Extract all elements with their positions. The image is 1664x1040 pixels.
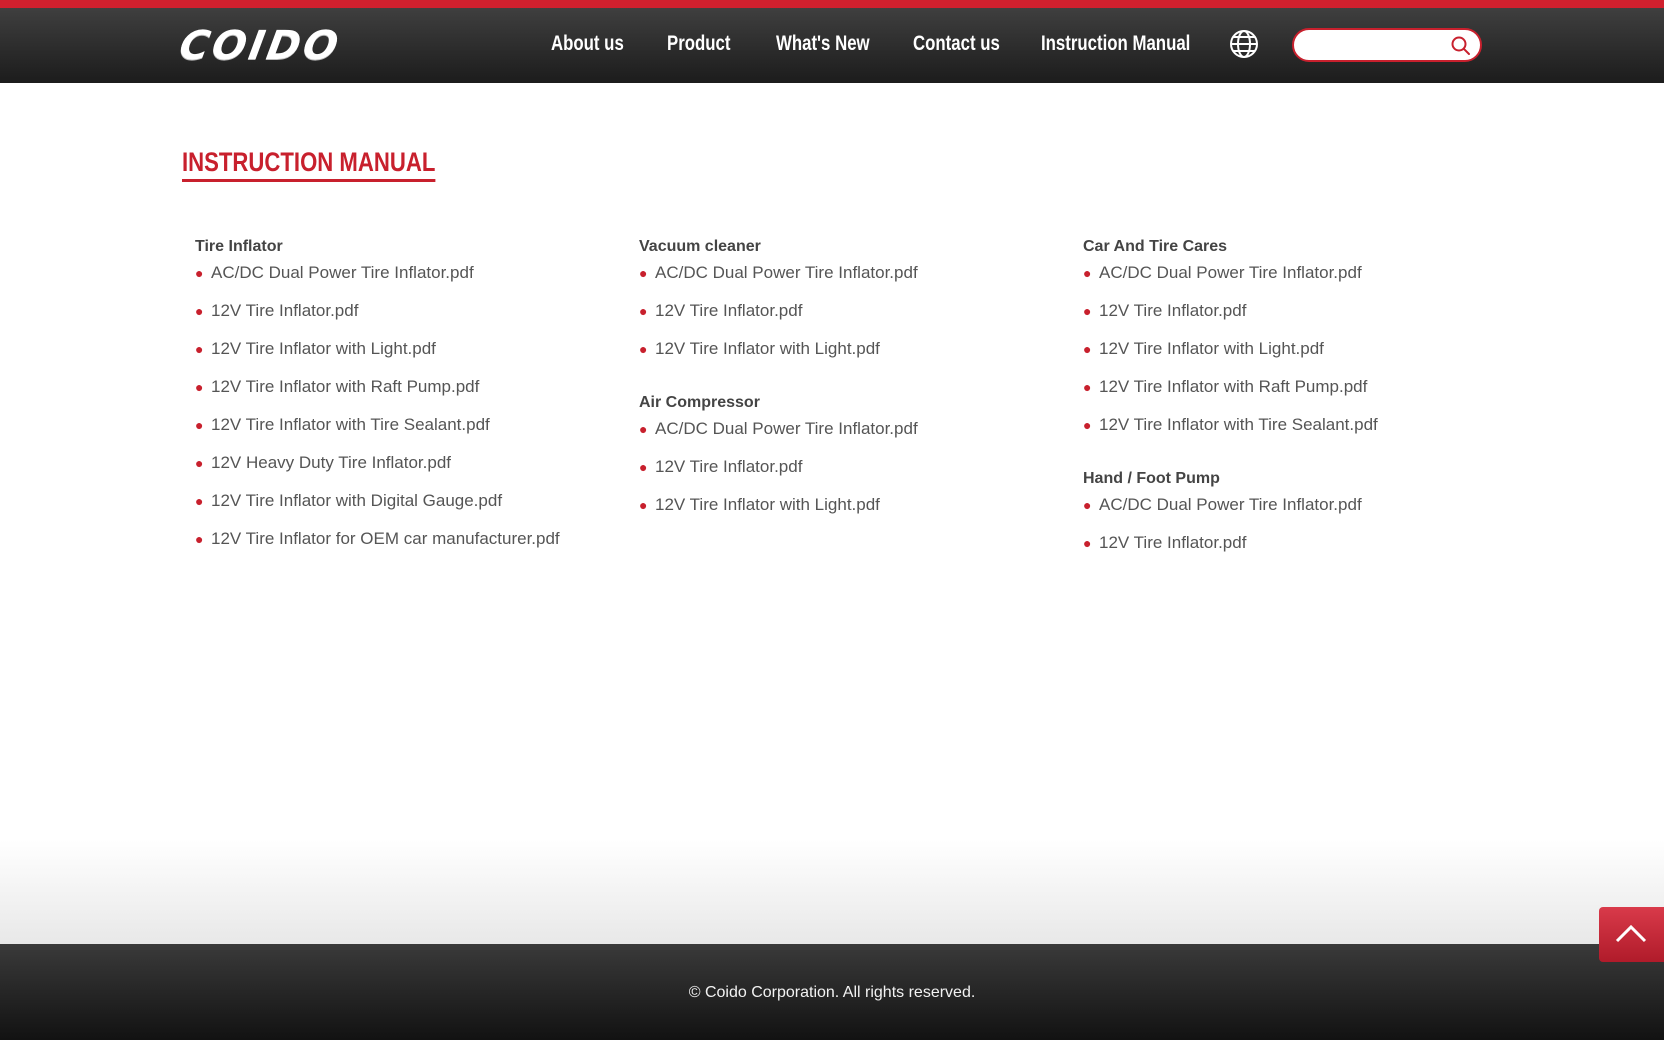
search-box [1292, 28, 1482, 62]
nav-product[interactable]: Product [667, 8, 730, 83]
nav-about-us[interactable]: About us [551, 8, 624, 83]
manual-link[interactable]: ● 12V Tire Inflator for OEM car manufactu… [195, 525, 615, 563]
manual-link[interactable]: ● AC/DC Dual Power Tire Inflator.pdf [1083, 491, 1503, 529]
bullet-icon: ● [1083, 379, 1092, 395]
back-to-top-button[interactable] [1599, 907, 1664, 962]
search-input[interactable] [1306, 34, 1446, 58]
manual-link[interactable]: ● 12V Tire Inflator with Raft Pump.pdf [195, 373, 615, 411]
globe-icon[interactable] [1228, 28, 1260, 60]
bullet-icon: ● [639, 421, 648, 437]
bullet-icon: ● [195, 341, 204, 357]
search-icon[interactable] [1450, 35, 1472, 57]
bullet-icon: ● [639, 341, 648, 357]
manual-link[interactable]: ● 12V Tire Inflator.pdf [639, 453, 1059, 491]
bullet-icon: ● [195, 493, 204, 509]
manual-link[interactable]: ● 12V Tire Inflator with Digital Gauge.pd… [195, 487, 615, 525]
category-tire-inflator: Tire Inflator ● AC/DC Dual Power Tire Inf… [195, 235, 615, 563]
bullet-icon: ● [195, 417, 204, 433]
category-air-compressor: Air Compressor ● AC/DC Dual Power Tire In… [639, 391, 1059, 529]
nav-whats-new[interactable]: What's New [776, 8, 870, 83]
bullet-icon: ● [1083, 265, 1092, 281]
bullet-icon: ● [639, 303, 648, 319]
nav-contact-us[interactable]: Contact us [913, 8, 1000, 83]
manual-column-3: Car And Tire Cares ● AC/DC Dual Power Tir… [1083, 235, 1503, 585]
manual-link[interactable]: ● 12V Tire Inflator with Raft Pump.pdf [1083, 373, 1503, 411]
bullet-icon: ● [1083, 417, 1092, 433]
bullet-icon: ● [195, 265, 204, 281]
nav-instruction-manual[interactable]: Instruction Manual [1041, 8, 1190, 83]
category-vacuum-cleaner: Vacuum cleaner ● AC/DC Dual Power Tire In… [639, 235, 1059, 373]
manual-link[interactable]: ● AC/DC Dual Power Tire Inflator.pdf [1083, 259, 1503, 297]
manual-link[interactable]: ● 12V Tire Inflator.pdf [1083, 297, 1503, 335]
manual-link[interactable]: ● 12V Tire Inflator with Tire Sealant.pdf [195, 411, 615, 449]
category-title: Tire Inflator [195, 238, 283, 255]
manual-link[interactable]: ● 12V Tire Inflator with Light.pdf [639, 491, 1059, 529]
category-car-and-tire-cares: Car And Tire Cares ● AC/DC Dual Power Tir… [1083, 235, 1503, 449]
footer-fade [0, 840, 1664, 944]
manual-link[interactable]: ● 12V Tire Inflator with Light.pdf [195, 335, 615, 373]
bullet-icon: ● [639, 497, 648, 513]
bullet-icon: ● [195, 531, 204, 547]
category-hand-foot-pump: Hand / Foot Pump ● AC/DC Dual Power Tire … [1083, 467, 1503, 567]
bullet-icon: ● [639, 265, 648, 281]
bullet-icon: ● [1083, 535, 1092, 551]
coido-logo[interactable]: COIDO [176, 23, 419, 69]
manual-link[interactable]: ● 12V Tire Inflator with Tire Sealant.pdf [1083, 411, 1503, 449]
manual-link[interactable]: ● 12V Tire Inflator with Light.pdf [1083, 335, 1503, 373]
manual-link[interactable]: ● 12V Tire Inflator.pdf [639, 297, 1059, 335]
bullet-icon: ● [195, 303, 204, 319]
top-accent-bar [0, 0, 1664, 8]
page-title: INSTRUCTION MANUAL [182, 146, 436, 182]
manual-link[interactable]: ● 12V Heavy Duty Tire Inflator.pdf [195, 449, 615, 487]
manual-link[interactable]: ● 12V Tire Inflator.pdf [195, 297, 615, 335]
manual-link[interactable]: ● AC/DC Dual Power Tire Inflator.pdf [639, 415, 1059, 453]
chevron-up-icon [1615, 924, 1647, 943]
bullet-icon: ● [1083, 303, 1092, 319]
bullet-icon: ● [1083, 497, 1092, 513]
bullet-icon: ● [639, 459, 648, 475]
category-title: Hand / Foot Pump [1083, 470, 1220, 487]
bullet-icon: ● [1083, 341, 1092, 357]
manual-column-1: Tire Inflator ● AC/DC Dual Power Tire Inf… [195, 235, 615, 581]
copyright-text: © Coido Corporation. All rights reserved… [688, 984, 976, 1001]
bullet-icon: ● [195, 455, 204, 471]
manual-link[interactable]: ● AC/DC Dual Power Tire Inflator.pdf [639, 259, 1059, 297]
manual-link[interactable]: ● 12V Tire Inflator.pdf [1083, 529, 1503, 567]
manual-link[interactable]: ● 12V Tire Inflator with Light.pdf [639, 335, 1059, 373]
manual-link[interactable]: ● AC/DC Dual Power Tire Inflator.pdf [195, 259, 615, 297]
category-title: Air Compressor [639, 394, 760, 411]
category-title: Car And Tire Cares [1083, 238, 1228, 255]
manual-column-2: Vacuum cleaner ● AC/DC Dual Power Tire In… [639, 235, 1059, 547]
bullet-icon: ● [195, 379, 204, 395]
site-footer: © Coido Corporation. All rights reserved… [0, 944, 1664, 1040]
category-title: Vacuum cleaner [639, 238, 761, 255]
